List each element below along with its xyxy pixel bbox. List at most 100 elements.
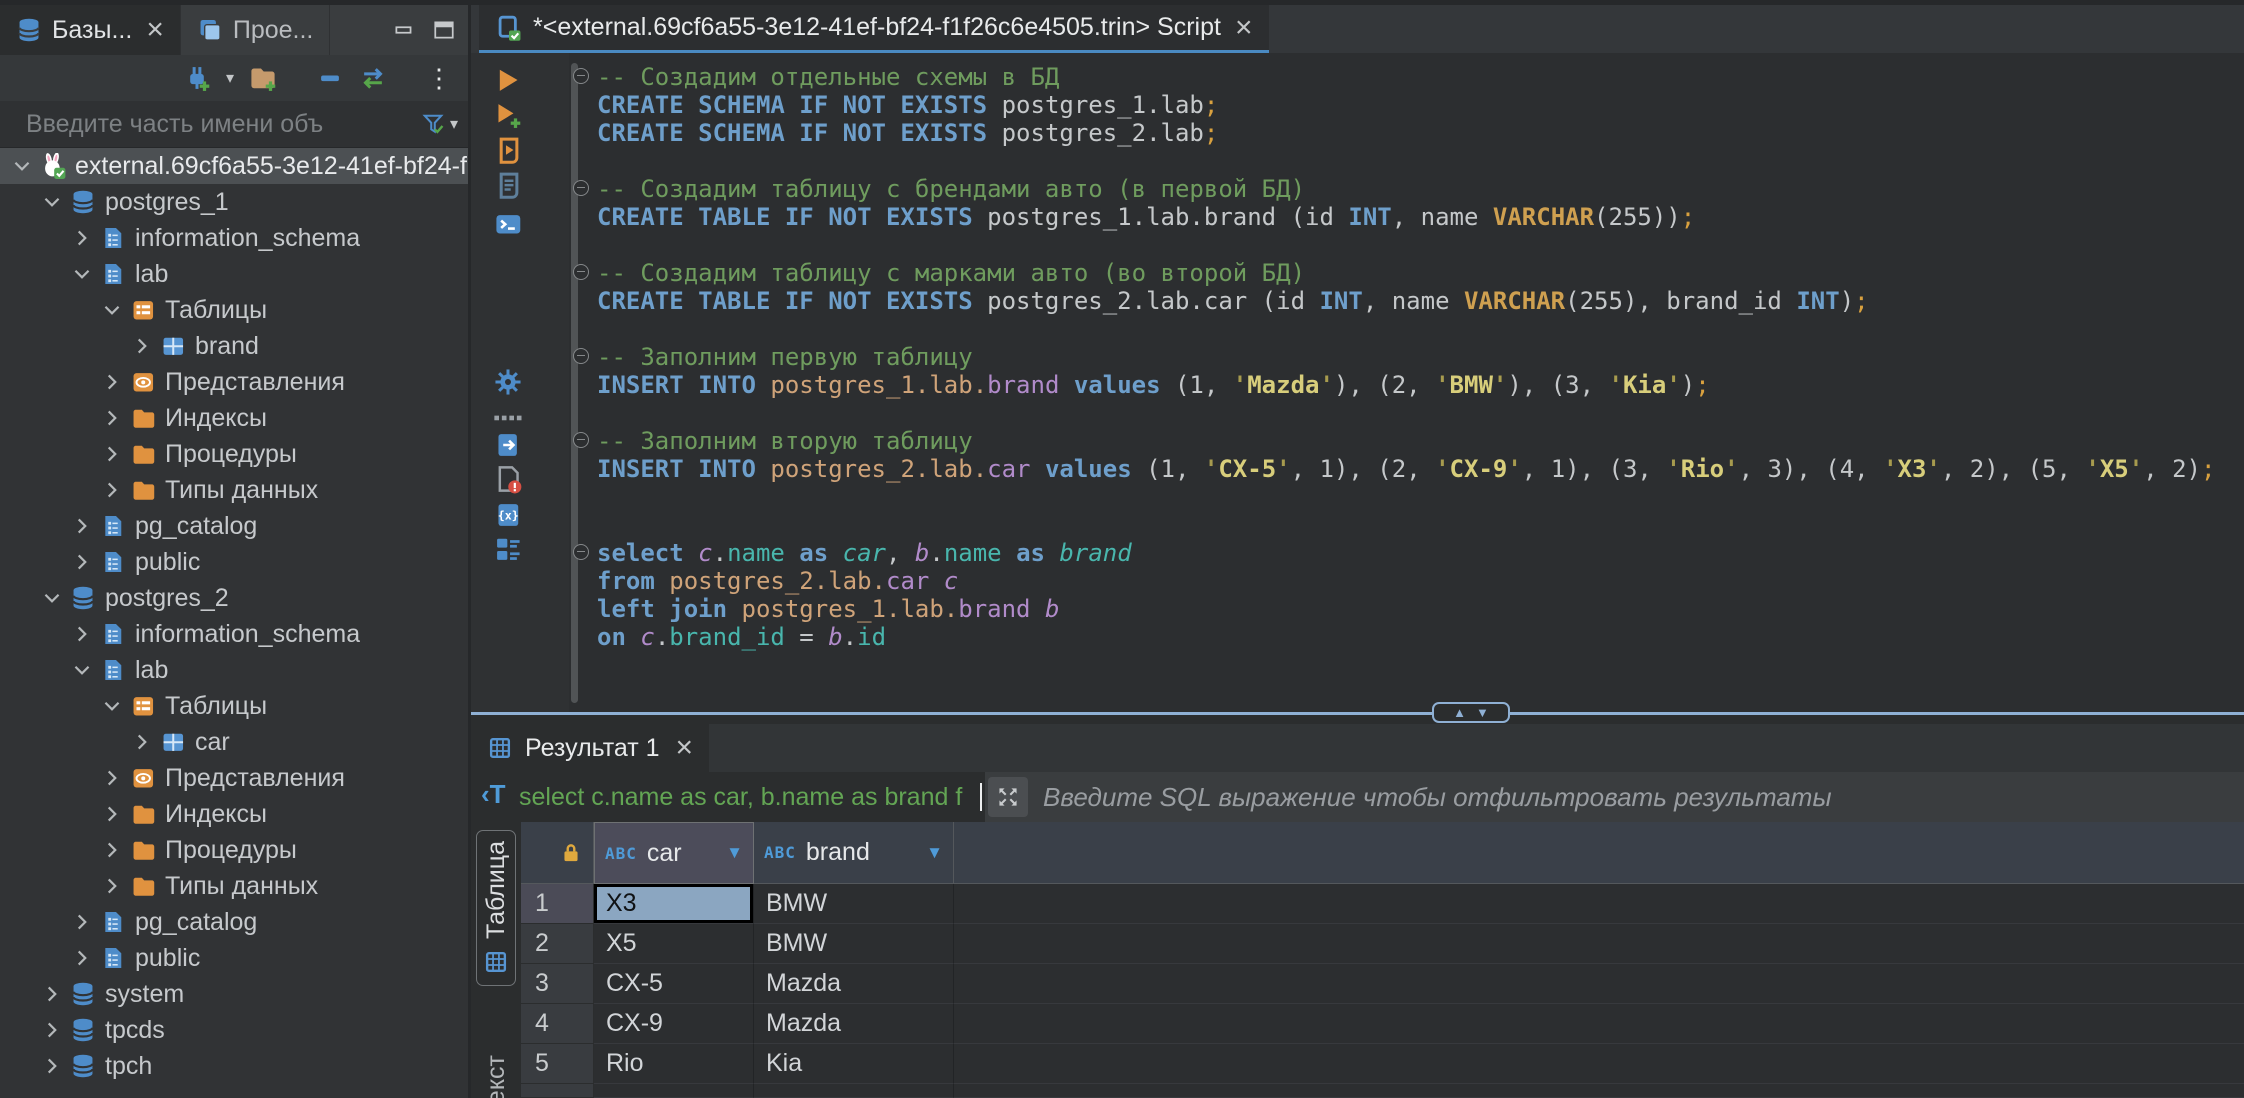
- grid-corner-cell[interactable]: [521, 822, 594, 884]
- chevron-right-icon[interactable]: [130, 334, 154, 358]
- chevron-down-icon[interactable]: [100, 298, 124, 322]
- row-number[interactable]: 5: [521, 1044, 594, 1084]
- cell-car-4[interactable]: CX-9: [594, 1004, 754, 1044]
- chevron-right-icon[interactable]: [70, 622, 94, 646]
- console-icon[interactable]: [493, 209, 523, 239]
- cell-brand-4[interactable]: Mazda: [754, 1004, 954, 1044]
- sql-filter-input[interactable]: Введите SQL выражение чтобы отфильтроват…: [985, 772, 2244, 822]
- sort-caret-icon[interactable]: ▼: [726, 843, 743, 863]
- close-icon[interactable]: ×: [146, 15, 164, 45]
- chevron-right-icon[interactable]: [70, 910, 94, 934]
- cell-brand-3[interactable]: Mazda: [754, 964, 954, 1004]
- cell[interactable]: [754, 1084, 954, 1098]
- chevron-right-icon[interactable]: [100, 874, 124, 898]
- chevron-right-icon[interactable]: [70, 226, 94, 250]
- cell-car-1[interactable]: X3: [594, 884, 754, 924]
- cell-brand-2[interactable]: BMW: [754, 924, 954, 964]
- code-fold-icon[interactable]: [573, 180, 589, 196]
- parameters-file-icon[interactable]: {x}: [493, 500, 523, 530]
- export-file-icon[interactable]: [493, 430, 523, 460]
- chevron-down-icon[interactable]: [40, 586, 64, 610]
- tree-item--[interactable]: Типы данных: [0, 868, 468, 904]
- filter-funnel-icon[interactable]: [420, 111, 446, 137]
- row-number[interactable]: 2: [521, 924, 594, 964]
- tree-item-information-schema[interactable]: information_schema: [0, 616, 468, 652]
- chevron-right-icon[interactable]: [100, 406, 124, 430]
- row-number[interactable]: 4: [521, 1004, 594, 1044]
- tree-item-postgres-2[interactable]: postgres_2: [0, 580, 468, 616]
- tree-item--[interactable]: Типы данных: [0, 472, 468, 508]
- tab-databases[interactable]: Базы... ×: [0, 5, 181, 55]
- cell-brand-5[interactable]: Kia: [754, 1044, 954, 1084]
- layout-settings-icon[interactable]: [493, 534, 523, 564]
- column-header-brand[interactable]: ABC brand ▼: [754, 822, 954, 884]
- close-icon[interactable]: ×: [676, 733, 694, 763]
- sync-arrows-icon[interactable]: [358, 63, 388, 93]
- run-script-icon[interactable]: [493, 135, 523, 165]
- more-kebab-icon[interactable]: ⋮: [426, 63, 452, 94]
- cell-car-2[interactable]: X5: [594, 924, 754, 964]
- tree-item--[interactable]: Процедуры: [0, 436, 468, 472]
- chevron-down-icon[interactable]: [70, 262, 94, 286]
- tree-item-information-schema[interactable]: information_schema: [0, 220, 468, 256]
- code-fold-icon[interactable]: [573, 544, 589, 560]
- chevron-right-icon[interactable]: [100, 370, 124, 394]
- tree-item-car[interactable]: car: [0, 724, 468, 760]
- more-dots-icon[interactable]: [493, 402, 523, 432]
- dropdown-caret-icon[interactable]: ▾: [450, 114, 458, 134]
- chevron-right-icon[interactable]: [70, 550, 94, 574]
- expand-icon[interactable]: [988, 777, 1028, 817]
- chevron-down-icon[interactable]: [10, 154, 34, 178]
- chevron-right-icon[interactable]: [40, 1018, 64, 1042]
- code-fold-icon[interactable]: [573, 348, 589, 364]
- tree-item-public[interactable]: public: [0, 940, 468, 976]
- tree-item-tpch[interactable]: tpch: [0, 1048, 468, 1084]
- tree-item-public[interactable]: public: [0, 544, 468, 580]
- new-connection-icon[interactable]: [182, 63, 212, 93]
- tree-item--[interactable]: Индексы: [0, 796, 468, 832]
- cell[interactable]: [594, 1084, 754, 1098]
- chevron-right-icon[interactable]: [130, 730, 154, 754]
- row-number[interactable]: 1: [521, 884, 594, 924]
- code-fold-icon[interactable]: [573, 264, 589, 280]
- object-search-field[interactable]: Введите часть имени объ ▾: [0, 101, 468, 148]
- tree-item-lab[interactable]: lab: [0, 652, 468, 688]
- tree-item--[interactable]: Представления: [0, 364, 468, 400]
- tree-item--[interactable]: Таблицы: [0, 292, 468, 328]
- code-area[interactable]: -- Создадим отдельные схемы в БД CREATE S…: [573, 63, 2215, 651]
- tree-item-lab[interactable]: lab: [0, 256, 468, 292]
- collapse-all-icon[interactable]: [316, 64, 344, 92]
- view-tab-text[interactable]: Текст: [476, 1045, 516, 1098]
- tree-item-postgres-1[interactable]: postgres_1: [0, 184, 468, 220]
- chevron-right-icon[interactable]: [40, 982, 64, 1006]
- run-new-session-icon[interactable]: [493, 100, 523, 130]
- tree-item--[interactable]: Представления: [0, 760, 468, 796]
- tab-project[interactable]: Прое...: [181, 5, 331, 55]
- run-icon[interactable]: [493, 65, 523, 95]
- tree-item--[interactable]: Индексы: [0, 400, 468, 436]
- result-tab-1[interactable]: Результат 1 ×: [471, 724, 710, 772]
- tree-item-tpcds[interactable]: tpcds: [0, 1012, 468, 1048]
- editor-tab-script[interactable]: *<external.69cf6a55-3e12-41ef-bf24-f1f26…: [479, 5, 1269, 53]
- chevron-right-icon[interactable]: [40, 1054, 64, 1078]
- chevron-right-icon[interactable]: [100, 442, 124, 466]
- cell-car-5[interactable]: Rio: [594, 1044, 754, 1084]
- chevron-right-icon[interactable]: [70, 946, 94, 970]
- chevron-right-icon[interactable]: [100, 838, 124, 862]
- cell-car-3[interactable]: CX-5: [594, 964, 754, 1004]
- column-header-car[interactable]: ABC car ▼: [594, 822, 754, 884]
- minimize-icon[interactable]: [392, 18, 416, 42]
- close-icon[interactable]: ×: [1235, 12, 1253, 43]
- chevron-right-icon[interactable]: [100, 802, 124, 826]
- result-query-text[interactable]: select c.name as car, b.name as brand f: [519, 772, 977, 822]
- sort-caret-icon[interactable]: ▼: [926, 843, 943, 863]
- row-number[interactable]: 3: [521, 964, 594, 1004]
- tree-item-brand[interactable]: brand: [0, 328, 468, 364]
- row-number[interactable]: [521, 1084, 594, 1098]
- error-file-icon[interactable]: [493, 464, 523, 494]
- script-output-icon[interactable]: [493, 170, 523, 200]
- splitter-handle[interactable]: ▲ ▼: [1432, 702, 1510, 723]
- tree-item-pg-catalog[interactable]: pg_catalog: [0, 904, 468, 940]
- layout-icon[interactable]: [432, 18, 456, 42]
- settings-gear-icon[interactable]: [493, 367, 523, 397]
